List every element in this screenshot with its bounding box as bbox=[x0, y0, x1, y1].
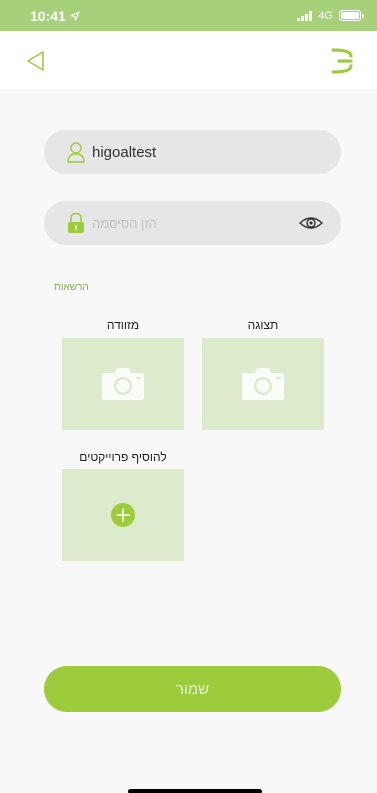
save-button[interactable]: שמור bbox=[44, 666, 341, 712]
permissions-label: הרשאות bbox=[54, 282, 89, 293]
password-input[interactable] bbox=[92, 201, 293, 245]
tile-display[interactable] bbox=[202, 338, 324, 430]
network-label: 4G bbox=[318, 9, 333, 22]
plus-icon bbox=[111, 503, 135, 527]
lock-icon bbox=[68, 212, 84, 233]
username-value: higoaltest bbox=[92, 143, 157, 161]
tile-caption-add-projects: להוסיף פרוייקטים bbox=[79, 450, 167, 464]
eye-icon[interactable] bbox=[299, 214, 323, 232]
tile-suitcase[interactable] bbox=[62, 338, 184, 430]
password-field[interactable] bbox=[44, 201, 341, 245]
status-time: 10:41 bbox=[30, 7, 66, 24]
camera-icon bbox=[242, 368, 284, 400]
signal-icon bbox=[297, 10, 313, 21]
status-indicators: 4G bbox=[297, 9, 364, 22]
user-icon bbox=[67, 142, 85, 163]
camera-icon bbox=[102, 368, 144, 400]
battery-icon bbox=[339, 10, 364, 21]
location-arrow-icon bbox=[70, 10, 80, 21]
home-indicator bbox=[128, 789, 262, 793]
tile-caption-suitcase: מזוודה bbox=[106, 318, 140, 332]
app-logo-icon[interactable] bbox=[329, 46, 355, 76]
main-content: higoaltest הרשאות תצוגה מזוודה להוסיף פר… bbox=[0, 92, 377, 793]
status-bar: 10:41 4G bbox=[0, 0, 377, 31]
status-time-group: 10:41 bbox=[30, 8, 80, 24]
header bbox=[0, 31, 377, 91]
tile-caption-display: תצוגה bbox=[247, 318, 279, 332]
tile-add-projects[interactable] bbox=[62, 469, 184, 561]
username-field[interactable]: higoaltest bbox=[44, 130, 341, 174]
back-triangle-icon[interactable] bbox=[24, 49, 48, 73]
